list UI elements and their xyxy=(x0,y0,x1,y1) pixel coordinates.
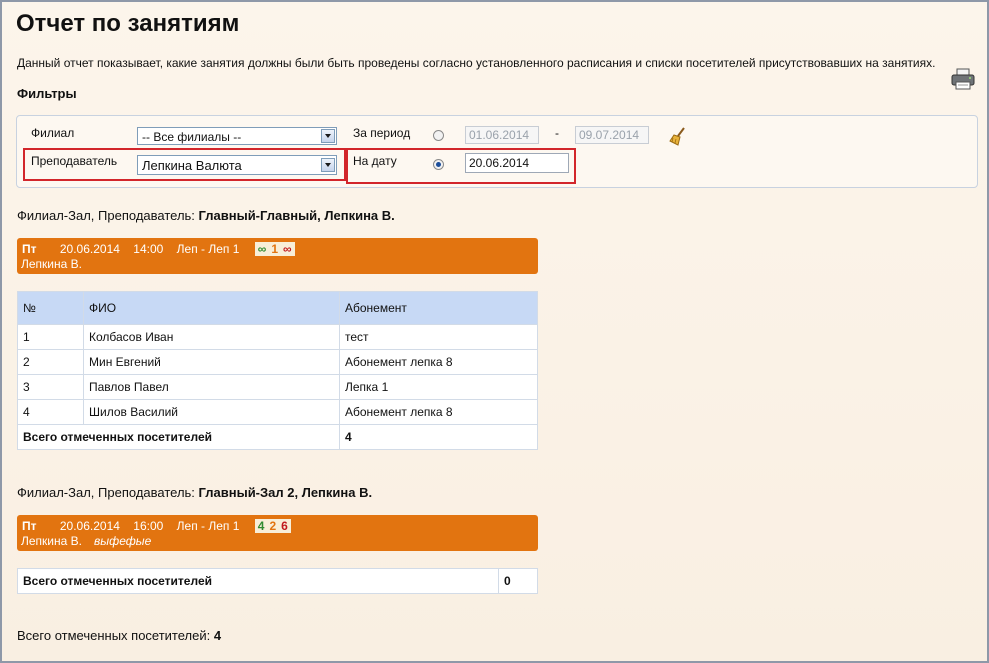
count-orange: 2 xyxy=(269,519,277,533)
group-title-1: Филиал-Зал, Преподаватель: Главный-Главн… xyxy=(17,208,395,223)
chevron-down-icon[interactable] xyxy=(321,129,335,143)
total-label: Всего отмеченных посетителей xyxy=(17,568,499,594)
cell-num: 4 xyxy=(17,399,84,425)
lesson-counts: ∞ 1 ∞ xyxy=(254,242,295,256)
date-label: На дату xyxy=(353,154,397,168)
period-radio[interactable] xyxy=(433,130,444,141)
group-title-name: Главный-Главный, Лепкина В. xyxy=(198,208,395,223)
group-title-name: Главный-Зал 2, Лепкина В. xyxy=(198,485,373,500)
lesson-teacher: Лепкина В. xyxy=(21,534,82,548)
lesson-note: выфефые xyxy=(93,534,152,548)
total-label: Всего отмеченных посетителей xyxy=(17,424,340,450)
table-total-row: Всего отмеченных посетителей 4 xyxy=(17,424,538,450)
cell-num: 1 xyxy=(17,324,84,350)
total-value: 0 xyxy=(498,568,538,594)
cell-num: 3 xyxy=(17,374,84,400)
branch-label: Филиал xyxy=(31,126,75,140)
page-title: Отчет по занятиям xyxy=(16,10,240,37)
cell-name: Колбасов Иван xyxy=(83,324,340,350)
lesson-teacher: Лепкина В. xyxy=(21,257,82,271)
period-to-input[interactable]: 09.07.2014 xyxy=(575,126,649,144)
lesson-course: Леп - Леп 1 xyxy=(176,242,240,256)
teacher-label: Преподаватель xyxy=(31,154,118,168)
cell-subscription: тест xyxy=(339,324,538,350)
lesson-date: 20.06.2014 xyxy=(59,242,120,256)
col-header-num: № xyxy=(17,291,84,325)
cell-subscription: Абонемент лепка 8 xyxy=(339,399,538,425)
count-red: 6 xyxy=(281,519,288,533)
grand-total-label: Всего отмеченных посетителей: xyxy=(17,628,214,643)
lesson-day: Пт xyxy=(22,242,37,256)
table-row: 3 Павлов Павел Лепка 1 xyxy=(17,374,538,400)
lesson-bar-2[interactable]: Пт 20.06.2014 16:00 Леп - Леп 1 426 Лепк… xyxy=(17,515,538,551)
date-radio[interactable] xyxy=(433,159,444,170)
table-row: 1 Колбасов Иван тест xyxy=(17,324,538,350)
col-header-name: ФИО xyxy=(83,291,340,325)
grand-total-value: 4 xyxy=(213,628,222,643)
period-label: За период xyxy=(353,126,411,140)
grand-total: Всего отмеченных посетителей: 4 xyxy=(17,628,221,643)
lesson-counts: 426 xyxy=(254,519,291,533)
group-title-prefix: Филиал-Зал, Преподаватель: xyxy=(17,208,199,223)
teacher-select-value: Лепкина Валюта xyxy=(142,158,242,173)
lesson-time: 16:00 xyxy=(133,519,164,533)
report-page: Отчет по занятиям Данный отчет показывае… xyxy=(0,0,989,663)
chevron-down-icon[interactable] xyxy=(321,158,335,172)
lesson-day: Пт xyxy=(22,519,37,533)
attendance-table-2: Всего отмеченных посетителей 0 xyxy=(17,568,538,594)
lesson-bar-1[interactable]: Пт 20.06.2014 14:00 Леп - Леп 1 ∞ 1 ∞ Лепк… xyxy=(17,238,538,274)
broom-icon[interactable] xyxy=(669,126,689,146)
period-from-input[interactable]: 01.06.2014 xyxy=(465,126,539,144)
attendance-table-1: № ФИО Абонемент 1 Колбасов Иван тест 2 М… xyxy=(17,291,538,450)
cell-subscription: Абонемент лепка 8 xyxy=(339,349,538,375)
lesson-date: 20.06.2014 xyxy=(59,519,120,533)
branch-select-value: -- Все филиалы -- xyxy=(142,130,242,144)
count-orange: 1 xyxy=(271,242,278,256)
table-total-row: Всего отмеченных посетителей 0 xyxy=(17,568,538,594)
page-description: Данный отчет показывает, какие занятия д… xyxy=(17,56,936,70)
cell-name: Мин Евгений xyxy=(83,349,340,375)
cell-num: 2 xyxy=(17,349,84,375)
lesson-course: Леп - Леп 1 xyxy=(176,519,240,533)
cell-subscription: Лепка 1 xyxy=(339,374,538,400)
col-header-subscription: Абонемент xyxy=(339,291,538,325)
group-title-2: Филиал-Зал, Преподаватель: Главный-Зал 2… xyxy=(17,485,372,500)
lesson-time: 14:00 xyxy=(133,242,164,256)
branch-select[interactable]: -- Все филиалы -- xyxy=(137,127,337,145)
table-row: 4 Шилов Василий Абонемент лепка 8 xyxy=(17,399,538,425)
teacher-select[interactable]: Лепкина Валюта xyxy=(137,155,337,175)
period-dash: - xyxy=(555,126,559,140)
cell-name: Шилов Василий xyxy=(83,399,340,425)
table-row: 2 Мин Евгений Абонемент лепка 8 xyxy=(17,349,538,375)
printer-icon[interactable] xyxy=(951,68,975,90)
total-value: 4 xyxy=(339,424,538,450)
date-input[interactable]: 20.06.2014 xyxy=(465,153,569,173)
group-title-prefix: Филиал-Зал, Преподаватель: xyxy=(17,485,199,500)
cell-name: Павлов Павел xyxy=(83,374,340,400)
filters-title: Фильтры xyxy=(17,86,77,101)
count-red: ∞ xyxy=(283,242,292,256)
